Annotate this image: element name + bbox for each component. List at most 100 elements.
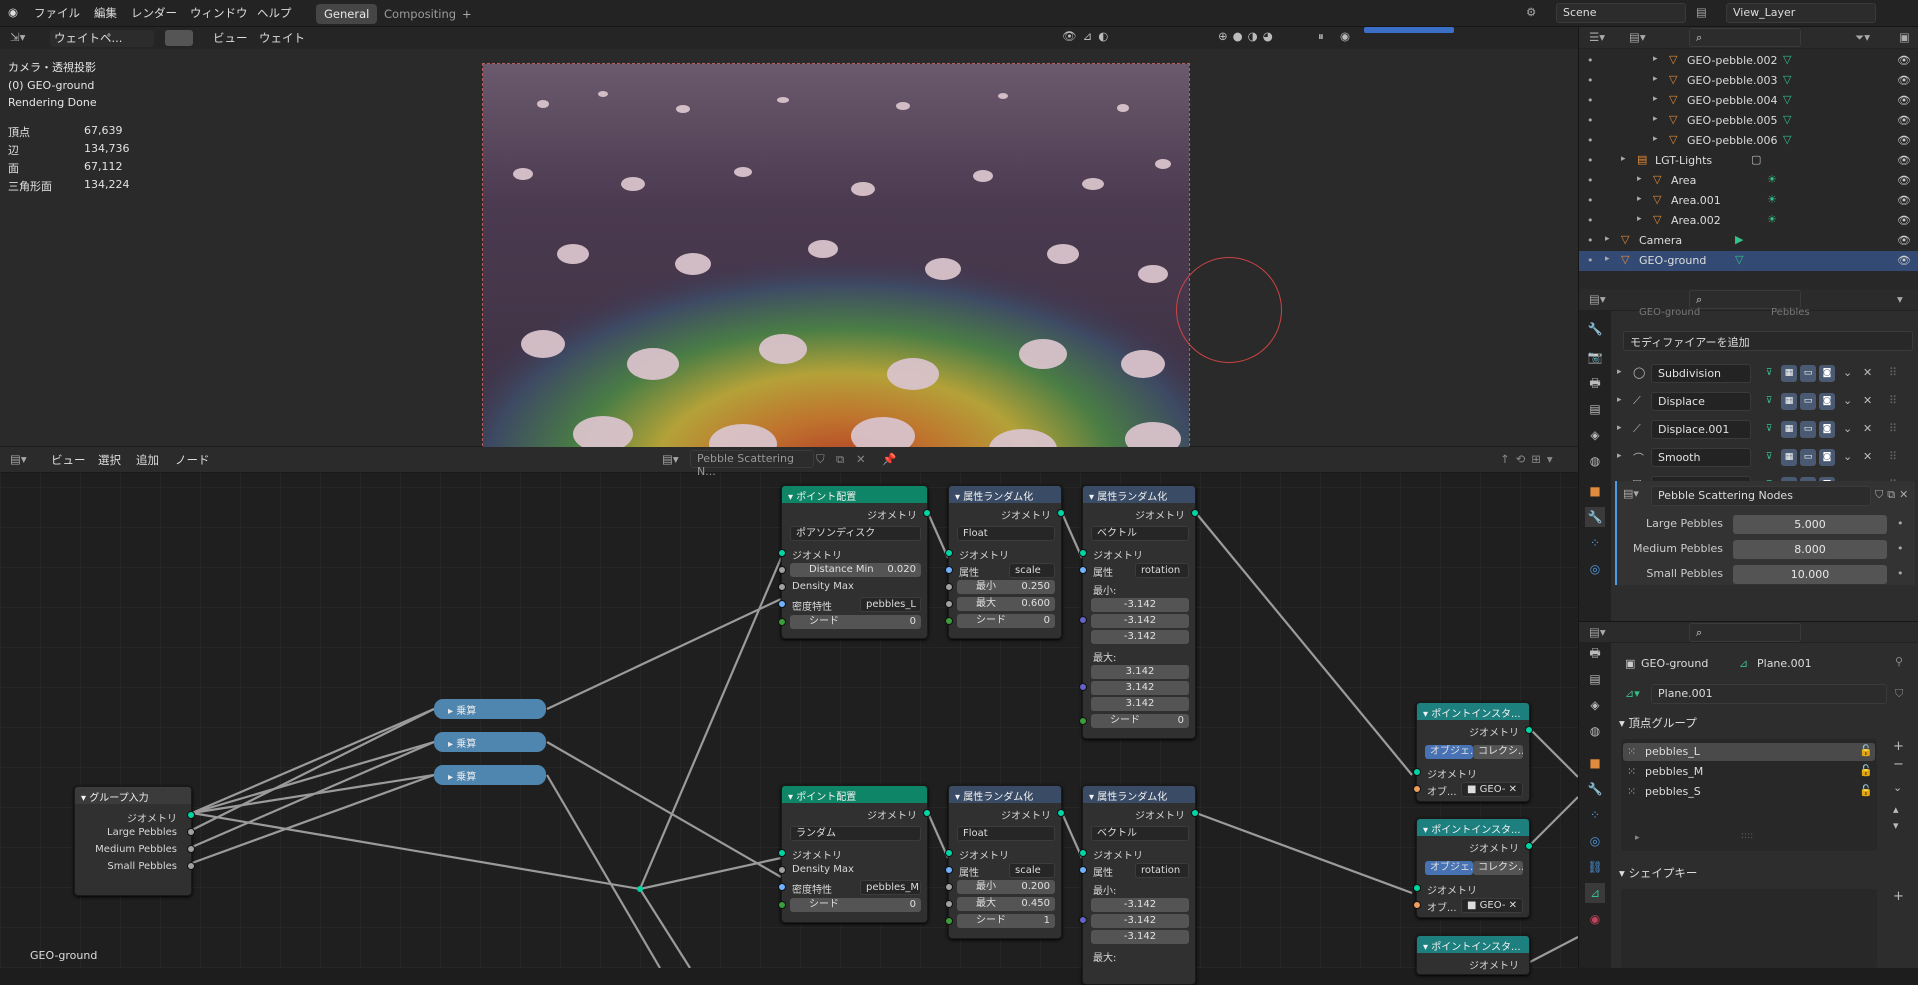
- socket-geometry[interactable]: [1525, 726, 1533, 734]
- physics-tab-icon[interactable]: ◎: [1585, 831, 1605, 851]
- socket-int[interactable]: [945, 917, 953, 925]
- expand-arrow-icon[interactable]: ▸: [1637, 174, 1642, 184]
- density-attr-field[interactable]: pebbles_L: [860, 597, 921, 612]
- keyframe-dot-icon[interactable]: •: [1897, 517, 1904, 530]
- viewport-display-icon[interactable]: ▭: [1800, 393, 1816, 410]
- editor-type-icon[interactable]: ▤▾: [1589, 625, 1606, 639]
- socket-float[interactable]: [778, 866, 786, 874]
- menu-weight[interactable]: ウェイト: [259, 30, 305, 46]
- vertex-group-row[interactable]: ⁙ pebbles_M 🔓: [1623, 763, 1875, 781]
- add-workspace-icon[interactable]: +: [454, 4, 480, 24]
- viewport-display-icon[interactable]: ▭: [1800, 449, 1816, 466]
- outliner-row[interactable]: • ▸ ▽ GEO-pebble.004 ▽ 👁: [1579, 91, 1918, 111]
- pin-icon[interactable]: ⚲: [1895, 655, 1903, 668]
- eye-icon[interactable]: 👁: [1897, 114, 1911, 127]
- material-tab-icon[interactable]: ◉: [1585, 909, 1605, 929]
- socket-float[interactable]: [187, 845, 195, 853]
- particles-tab-icon[interactable]: ⁘: [1585, 533, 1605, 553]
- object-tab-icon[interactable]: ■: [1585, 481, 1605, 501]
- eye-icon[interactable]: 👁: [1897, 194, 1911, 207]
- modifier-name-field[interactable]: Smooth: [1651, 448, 1751, 467]
- attribute-field[interactable]: scale: [1009, 563, 1055, 578]
- move-down-icon[interactable]: ▾: [1893, 819, 1899, 832]
- attribute-randomize-node[interactable]: ▾ 属性ランダム化 ジオメトリ ベクトル ジオメトリ 属性 rotation 最…: [1079, 785, 1199, 985]
- view-layer-tab-icon[interactable]: ▤: [1585, 669, 1605, 689]
- viewport-tools-icons[interactable]: 👁⊿◐: [1062, 29, 1114, 43]
- lock-icon[interactable]: 🔓: [1859, 744, 1873, 757]
- vertex-groups-heading[interactable]: ▾ 頂点グループ: [1619, 715, 1697, 731]
- seed-field[interactable]: シード 1: [957, 914, 1055, 928]
- math-multiply-node[interactable]: ▸ 乗算: [434, 699, 546, 719]
- modifier-row[interactable]: ▸ ⟋ Displace.001 ⊽ ▦ ▭ ◙ ⌄ ✕ ⠿: [1611, 419, 1918, 441]
- data-type-select[interactable]: ベクトル: [1091, 526, 1189, 541]
- expand-arrow-icon[interactable]: ▸: [1653, 94, 1658, 104]
- medium-pebbles-field[interactable]: 8.000: [1733, 540, 1887, 559]
- seed-field[interactable]: シード 0: [957, 614, 1055, 628]
- eye-icon[interactable]: 👁: [1897, 134, 1911, 147]
- node-editor[interactable]: ▤▾ ビュー 選択 追加 ノード ▤▾ Pebble Scattering N.…: [0, 447, 1578, 985]
- min-y-field[interactable]: -3.142: [1091, 614, 1189, 628]
- socket-string[interactable]: [945, 566, 953, 574]
- socket-geometry[interactable]: [778, 549, 786, 557]
- filter-icon[interactable]: ⏷▾: [1855, 30, 1870, 45]
- max-field[interactable]: 最大 0.450: [957, 897, 1055, 911]
- expand-arrow-icon[interactable]: ▸: [1617, 451, 1622, 461]
- expand-arrow-icon[interactable]: ▸: [1605, 234, 1610, 244]
- physics-tab-icon[interactable]: ◎: [1585, 559, 1605, 579]
- socket-float[interactable]: [945, 600, 953, 608]
- expand-arrow-icon[interactable]: ▸: [1653, 74, 1658, 84]
- socket-geometry[interactable]: [1413, 768, 1421, 776]
- render-display-icon[interactable]: ◙: [1819, 365, 1835, 382]
- close-icon[interactable]: ✕: [1863, 366, 1872, 379]
- attribute-randomize-node[interactable]: ▾ 属性ランダム化 ジオメトリ ベクトル ジオメトリ 属性 rotation 最…: [1079, 485, 1199, 739]
- visibility-dot-icon[interactable]: •: [1587, 134, 1594, 147]
- socket-geometry[interactable]: [1079, 549, 1087, 557]
- tab-compositing[interactable]: Compositing: [376, 4, 464, 24]
- outliner-row[interactable]: • ▸ ▽ Area.001 ☀ 👁: [1579, 191, 1918, 211]
- modifier-name-field[interactable]: Displace: [1651, 392, 1751, 411]
- brush-toggle-icon[interactable]: [165, 30, 193, 46]
- menu-edit[interactable]: 編集: [94, 5, 117, 21]
- socket-int[interactable]: [778, 618, 786, 626]
- data-type-select[interactable]: ベクトル: [1091, 826, 1189, 841]
- tab-general[interactable]: General: [316, 4, 378, 24]
- modifier-name-field[interactable]: Displace.001: [1651, 420, 1751, 439]
- scene-tab-icon[interactable]: ◈: [1585, 425, 1605, 445]
- render-display-icon[interactable]: ◙: [1819, 393, 1835, 410]
- math-multiply-node[interactable]: ▸ 乗算: [434, 732, 546, 752]
- socket-geometry[interactable]: [1057, 809, 1065, 817]
- min-z-field[interactable]: -3.142: [1091, 930, 1189, 944]
- modifier-row[interactable]: ▸ ◯ Subdivision ⊽ ▦ ▭ ◙ ⌄ ✕ ⠿: [1611, 363, 1918, 385]
- blender-logo-icon[interactable]: ◉: [8, 5, 18, 19]
- visibility-dot-icon[interactable]: •: [1587, 74, 1594, 87]
- large-pebbles-field[interactable]: 5.000: [1733, 515, 1887, 534]
- add-vertex-group-icon[interactable]: +: [1893, 739, 1904, 754]
- eye-icon[interactable]: 👁: [1897, 54, 1911, 67]
- scene-field[interactable]: Scene: [1556, 3, 1686, 23]
- eye-icon[interactable]: 👁: [1897, 234, 1911, 247]
- collection-tab[interactable]: コレクシ...: [1473, 861, 1523, 875]
- modifier-row[interactable]: ▸ ⌒ Smooth ⊽ ▦ ▭ ◙ ⌄ ✕ ⠿: [1611, 447, 1918, 469]
- attribute-field[interactable]: rotation: [1135, 863, 1189, 878]
- edit-mode-cage-icon[interactable]: ⊽: [1761, 393, 1777, 410]
- expand-arrow-icon[interactable]: ▸: [1637, 194, 1642, 204]
- attribute-field[interactable]: scale: [1009, 863, 1055, 878]
- math-multiply-node[interactable]: ▸ 乗算: [434, 765, 546, 785]
- edit-mode-cage-icon[interactable]: ⊽: [1761, 449, 1777, 466]
- socket-int[interactable]: [1079, 717, 1087, 725]
- object-field[interactable]: ■ GEO- ✕: [1461, 898, 1523, 913]
- outliner-search-input[interactable]: ⌕: [1689, 28, 1801, 47]
- socket-geometry[interactable]: [945, 549, 953, 557]
- max-z-field[interactable]: 3.142: [1091, 697, 1189, 711]
- visibility-dot-icon[interactable]: •: [1587, 154, 1594, 167]
- world-tab-icon[interactable]: ◍: [1585, 721, 1605, 741]
- point-instance-node[interactable]: ▾ ポイントインスタ... ジオメトリ オブジェ... コレクシ... ジオメト…: [1413, 702, 1533, 802]
- point-distribute-node[interactable]: ▾ ポイント配置 ジオメトリ ポアソンディスク ジオメトリ Distance M…: [778, 485, 931, 639]
- chevron-down-icon[interactable]: ⌄: [1893, 781, 1902, 794]
- keyframe-dot-icon[interactable]: •: [1897, 567, 1904, 580]
- point-distribute-node[interactable]: ▾ ポイント配置 ジオメトリ ランダム ジオメトリ Density Max 密度…: [778, 785, 931, 923]
- outliner-row[interactable]: • ▸ ▽ GEO-pebble.002 ▽ 👁: [1579, 51, 1918, 71]
- pause-icon[interactable]: ⏸: [1318, 29, 1324, 44]
- object-field[interactable]: ■ GEO- ✕: [1461, 782, 1523, 797]
- expand-arrow-icon[interactable]: ▸: [1605, 254, 1610, 264]
